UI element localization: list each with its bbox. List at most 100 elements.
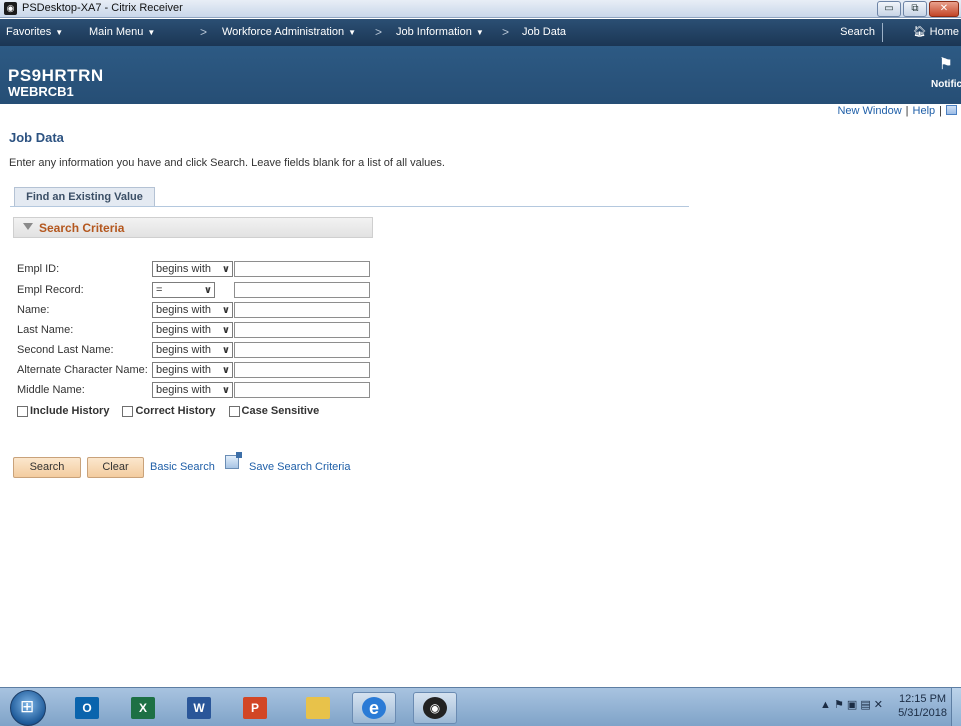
empl-id-input[interactable] (234, 261, 370, 277)
field-row-middle-name: Middle Name: begins with ∨ (17, 382, 377, 398)
field-row-second-last-name: Second Last Name: begins with ∨ (17, 342, 377, 358)
new-window-link[interactable]: New Window (837, 105, 901, 117)
breadcrumb-separator: > (200, 25, 208, 39)
system-tray-icons[interactable]: ▲ ⚑ ▣ ▤ ✕ (820, 698, 883, 711)
folder-icon (306, 697, 330, 719)
personalize-page-icon[interactable] (946, 105, 957, 115)
breadcrumb-label: Workforce Administration (222, 26, 345, 38)
chevron-down-icon: ∨ (221, 345, 230, 356)
powerpoint-icon: P (243, 697, 267, 719)
database-name: WEBRCB1 (8, 84, 74, 99)
checkbox-box[interactable] (122, 405, 134, 417)
basic-search-link[interactable]: Basic Search (150, 461, 215, 473)
taskbar-excel[interactable]: X (121, 692, 165, 724)
favorites-menu[interactable]: Favorites ▼ (6, 26, 63, 38)
breadcrumb-job-data[interactable]: Job Data (522, 26, 566, 38)
name-input[interactable] (234, 302, 370, 318)
main-menu[interactable]: Main Menu ▼ (89, 26, 155, 38)
notifications-link[interactable]: Notific (931, 79, 961, 90)
maximize-button[interactable]: ⧉ (903, 1, 927, 17)
chevron-down-icon: ∨ (221, 325, 230, 336)
outlook-icon: O (75, 697, 99, 719)
main-menu-label: Main Menu (89, 26, 144, 38)
include-history-checkbox[interactable]: Include History (17, 405, 109, 417)
show-desktop-button[interactable] (951, 688, 961, 726)
navigation-bar: Favorites ▼ Main Menu ▼ > Workforce Admini… (0, 19, 961, 46)
link-divider: | (939, 105, 942, 117)
taskbar-file-explorer[interactable] (296, 692, 340, 724)
operator-value: begins with (156, 263, 212, 275)
save-search-criteria-link[interactable]: Save Search Criteria (249, 461, 351, 473)
operator-value: begins with (156, 304, 212, 316)
home-link[interactable]: 🏠︎ Home (913, 25, 959, 38)
chevron-down-icon: ∨ (221, 305, 230, 316)
chevron-down-icon: ∨ (203, 285, 212, 296)
breadcrumb-job-information[interactable]: Job Information ▼ (396, 26, 484, 38)
last-name-input[interactable] (234, 322, 370, 338)
operator-select[interactable]: = ∨ (152, 282, 215, 298)
operator-select[interactable]: begins with ∨ (152, 342, 233, 358)
field-label: Name: (17, 304, 50, 316)
field-row-last-name: Last Name: begins with ∨ (17, 322, 377, 338)
breadcrumb-separator: > (375, 25, 383, 39)
operator-select[interactable]: begins with ∨ (152, 322, 233, 338)
search-criteria-header[interactable]: Search Criteria (13, 217, 373, 238)
search-button[interactable]: Search (13, 457, 81, 478)
taskbar-clock[interactable]: 12:15 PM 5/31/2018 (898, 692, 947, 720)
checkbox-box[interactable] (228, 405, 240, 417)
tab-find-existing-value[interactable]: Find an Existing Value (14, 187, 155, 207)
field-label: Second Last Name: (17, 344, 114, 356)
case-sensitive-checkbox[interactable]: Case Sensitive (228, 405, 320, 417)
word-icon: W (187, 697, 211, 719)
taskbar-word[interactable]: W (177, 692, 221, 724)
second-last-name-input[interactable] (234, 342, 370, 358)
field-row-name: Name: begins with ∨ (17, 302, 377, 318)
taskbar-outlook[interactable]: O (65, 692, 109, 724)
correct-history-checkbox[interactable]: Correct History (122, 405, 216, 417)
alternate-character-name-input[interactable] (234, 362, 370, 378)
middle-name-input[interactable] (234, 382, 370, 398)
chevron-down-icon: ∨ (221, 385, 230, 396)
taskbar-powerpoint[interactable]: P (233, 692, 277, 724)
operator-select[interactable]: begins with ∨ (152, 302, 233, 318)
field-row-empl-id: Empl ID: begins with ∨ (17, 261, 377, 277)
field-label: Empl Record: (17, 284, 84, 296)
search-criteria-title: Search Criteria (39, 221, 125, 235)
field-label: Middle Name: (17, 384, 85, 396)
breadcrumb-workforce-administration[interactable]: Workforce Administration ▼ (222, 26, 356, 38)
nav-search-link[interactable]: Search (840, 26, 875, 38)
page-utility-links: New Window | Help | (837, 105, 957, 117)
clock-date: 5/31/2018 (898, 707, 947, 719)
chevron-down-icon: ∨ (221, 365, 230, 376)
start-button[interactable] (10, 690, 46, 726)
caret-down-icon: ▼ (348, 28, 356, 37)
operator-select[interactable]: begins with ∨ (152, 261, 233, 277)
page-title: Job Data (9, 130, 64, 145)
checkbox-box[interactable] (17, 405, 28, 417)
empl-record-input[interactable] (234, 282, 370, 298)
window-titlebar: ◉ PSDesktop-XA7 - Citrix Receiver ▭ ⧉ ✕ (0, 0, 961, 18)
caret-down-icon: ▼ (147, 28, 156, 37)
close-button[interactable]: ✕ (929, 1, 959, 17)
operator-select[interactable]: begins with ∨ (152, 382, 233, 398)
field-row-alternate-character-name: Alternate Character Name: begins with ∨ (17, 362, 377, 378)
save-search-icon[interactable] (225, 452, 242, 469)
help-link[interactable]: Help (913, 105, 936, 117)
operator-select[interactable]: begins with ∨ (152, 362, 233, 378)
windows-taskbar: O X W P e ◉ ▲ ⚑ ▣ ▤ ✕ 12:15 PM 5/31/2018 (0, 687, 961, 726)
clock-time: 12:15 PM (898, 693, 947, 705)
collapse-triangle-icon (23, 223, 33, 230)
taskbar-internet-explorer[interactable]: e (352, 692, 396, 724)
clear-button[interactable]: Clear (87, 457, 144, 478)
caret-down-icon: ▼ (55, 28, 64, 37)
checkbox-label: Case Sensitive (241, 405, 320, 417)
system-banner: PS9HRTRN WEBRCB1 ⚑ Notific (0, 46, 961, 104)
taskbar-citrix-receiver[interactable]: ◉ (413, 692, 457, 724)
notification-flag-icon[interactable]: ⚑ (939, 54, 953, 74)
breadcrumb-label: Job Information (396, 26, 472, 38)
field-label: Alternate Character Name: (17, 364, 148, 376)
operator-value: = (156, 284, 163, 296)
favorites-label: Favorites (6, 26, 52, 38)
link-divider: | (905, 105, 909, 117)
minimize-button[interactable]: ▭ (877, 1, 901, 17)
